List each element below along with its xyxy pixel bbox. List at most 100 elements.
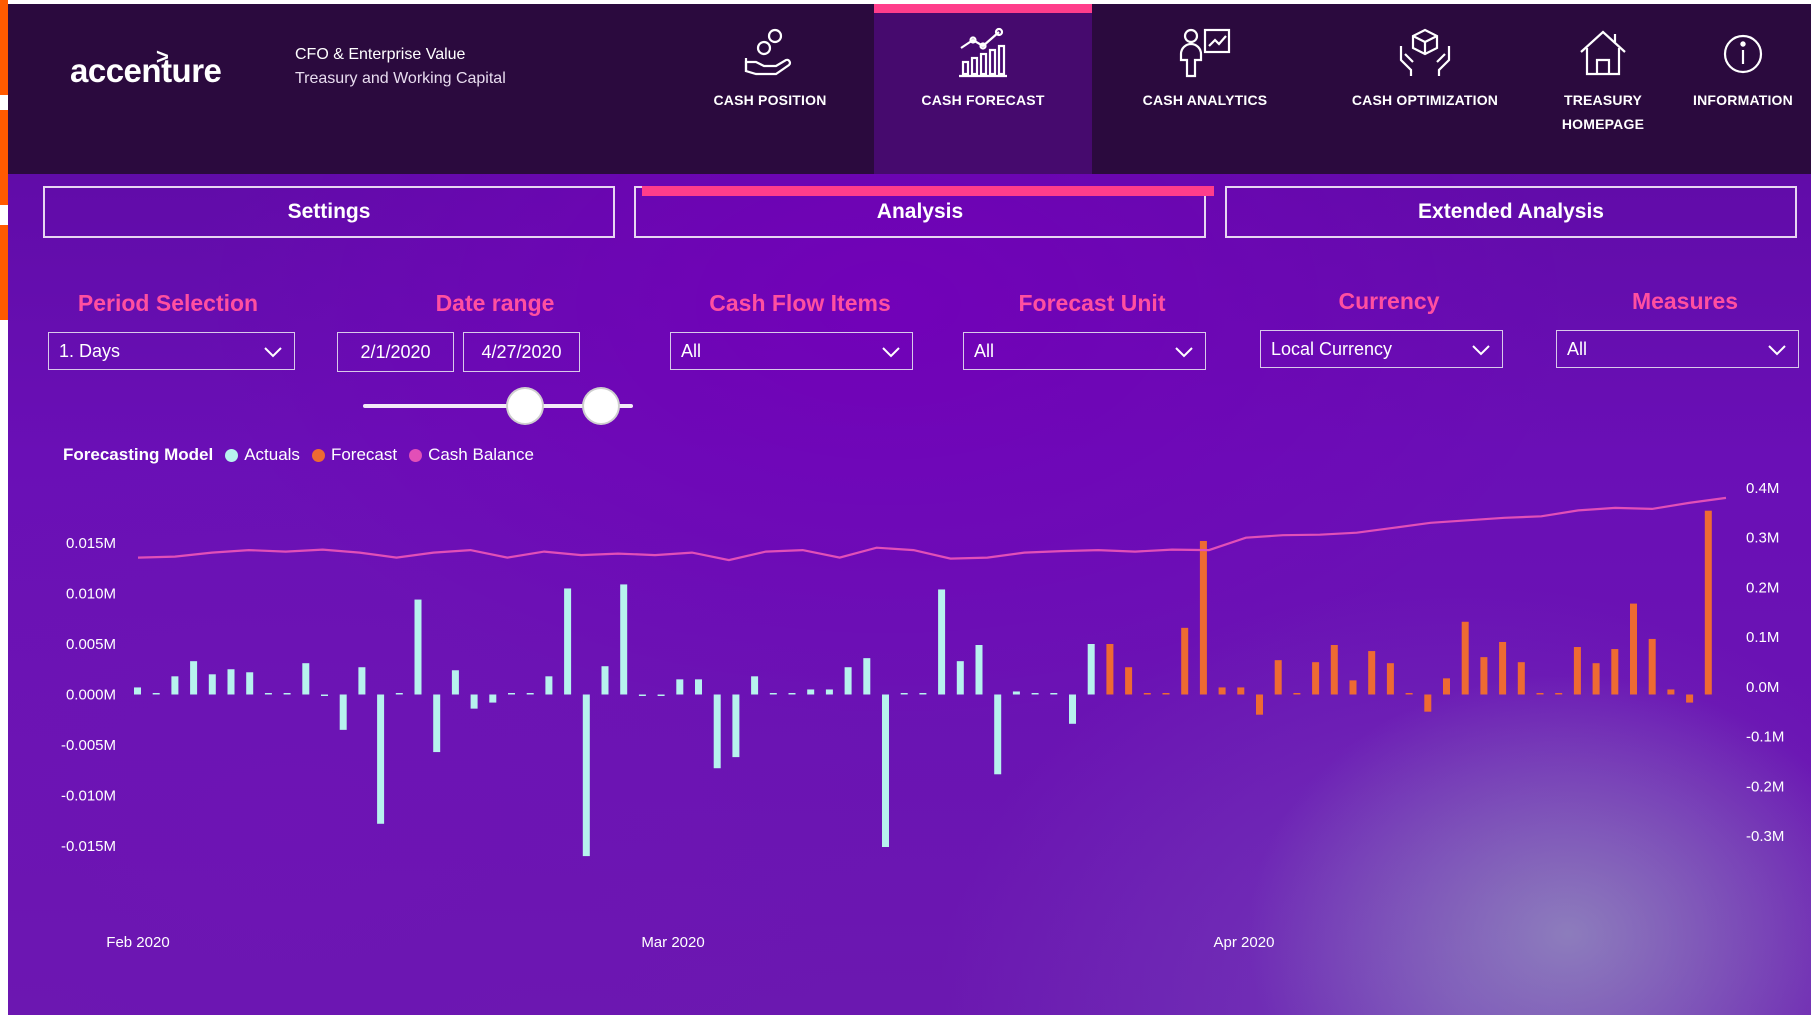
measures-title: Measures bbox=[1631, 288, 1739, 314]
nav-label-line1: TREASURY bbox=[1563, 92, 1643, 108]
active-tab-indicator bbox=[642, 186, 1214, 196]
cash-flow-items-value: All bbox=[681, 340, 702, 361]
date-start-input[interactable]: 2/1/2020 bbox=[337, 332, 454, 372]
forecast-bar bbox=[1274, 660, 1282, 695]
actuals-bar bbox=[377, 694, 385, 824]
nav-label: CASH OPTIMIZATION bbox=[1351, 92, 1499, 108]
actuals-bar bbox=[695, 679, 702, 695]
actuals-bar bbox=[264, 693, 272, 695]
forecast-bar bbox=[1181, 627, 1189, 695]
nav-cash-optimization[interactable]: CASH OPTIMIZATION bbox=[1335, 24, 1515, 112]
y-axis-left-tick-label: 0.010M bbox=[66, 586, 116, 603]
chevron-down-icon bbox=[1768, 345, 1786, 356]
y-axis-right-tick-label: 0.1M bbox=[1746, 629, 1779, 646]
y-axis-left-tick-label: 0.005M bbox=[66, 636, 116, 653]
measures-value: All bbox=[1567, 338, 1588, 359]
edge-marker bbox=[0, 0, 8, 95]
date-slider-start-handle[interactable] bbox=[508, 389, 542, 423]
x-axis-tick-label: Feb 2020 bbox=[106, 934, 169, 951]
actuals-bar bbox=[545, 676, 553, 695]
tab-extended-analysis[interactable]: Extended Analysis bbox=[1225, 186, 1797, 238]
actuals-bar bbox=[171, 676, 179, 695]
actuals-bar bbox=[1087, 644, 1095, 695]
period-selection-title: Period Selection bbox=[77, 290, 259, 316]
forecast-bar bbox=[1573, 647, 1581, 695]
actuals-bar bbox=[526, 693, 534, 695]
forecast-bar bbox=[1667, 689, 1675, 695]
forecast-bar bbox=[1648, 638, 1656, 695]
x-axis-tick-label: Mar 2020 bbox=[641, 934, 704, 951]
actuals-bar bbox=[751, 676, 759, 695]
actuals-bar bbox=[713, 694, 721, 769]
y-axis-right-tick-label: 0.0M bbox=[1746, 679, 1779, 696]
nav-label-line2: HOMEPAGE bbox=[1561, 116, 1645, 132]
actuals-bar bbox=[938, 589, 946, 695]
actuals-bar bbox=[321, 694, 328, 696]
actuals-bar bbox=[208, 674, 216, 695]
y-axis-right-tick-label: 0.3M bbox=[1746, 530, 1779, 547]
measures-dropdown[interactable]: All bbox=[1556, 330, 1799, 368]
actuals-bar bbox=[489, 694, 497, 703]
forecast-bar bbox=[1256, 694, 1263, 715]
actuals-bar bbox=[134, 687, 141, 695]
period-dropdown[interactable]: 1. Days bbox=[48, 332, 295, 370]
actuals-bar bbox=[825, 689, 833, 695]
actuals-bar bbox=[152, 693, 160, 695]
date-end-input[interactable]: 4/27/2020 bbox=[463, 332, 580, 372]
forecast-bar bbox=[1536, 693, 1544, 695]
forecast-bar bbox=[1517, 662, 1525, 695]
actuals-bar bbox=[451, 670, 459, 695]
nav-label: TREASURY HOMEPAGE bbox=[1543, 88, 1663, 136]
actuals-bar bbox=[470, 694, 478, 709]
forecast-bar bbox=[1630, 603, 1637, 695]
home-icon bbox=[1580, 30, 1626, 76]
actuals-bar bbox=[638, 694, 646, 696]
chevron-down-icon bbox=[1175, 347, 1193, 358]
tab-settings[interactable]: Settings bbox=[43, 186, 615, 238]
forecast-bar bbox=[1686, 694, 1694, 703]
hand-coin-icon bbox=[744, 28, 791, 76]
tab-label: Settings bbox=[287, 200, 371, 223]
nav-cash-position[interactable]: CASH POSITION bbox=[700, 24, 840, 112]
forecast-bar bbox=[1461, 621, 1469, 695]
forecast-bar bbox=[1143, 693, 1151, 695]
currency-dropdown[interactable]: Local Currency bbox=[1260, 330, 1503, 368]
actuals-bar bbox=[582, 694, 590, 857]
y-axis-right-tick-label: -0.1M bbox=[1746, 729, 1784, 746]
forecast-unit-value: All bbox=[974, 340, 995, 361]
date-start-value: 2/1/2020 bbox=[360, 341, 431, 362]
chevron-down-icon bbox=[264, 347, 282, 358]
nav-cash-forecast[interactable]: CASH FORECAST bbox=[908, 24, 1058, 112]
actuals-bar bbox=[564, 588, 572, 695]
actuals-bar bbox=[844, 667, 852, 695]
tab-label: Extended Analysis bbox=[1418, 200, 1604, 223]
actuals-bar bbox=[433, 694, 441, 753]
nav-label: CASH POSITION bbox=[713, 92, 827, 108]
nav-information[interactable]: INFORMATION bbox=[1678, 24, 1808, 112]
date-slider-end-handle[interactable] bbox=[583, 389, 618, 423]
actuals-bar bbox=[190, 661, 198, 695]
line-chart-icon bbox=[959, 27, 1007, 78]
currency-title: Currency bbox=[1338, 288, 1440, 314]
accenture-logo-mark: > bbox=[156, 44, 169, 69]
actuals-bar bbox=[732, 694, 740, 758]
forecast-bar bbox=[1199, 540, 1207, 695]
cash-balance-line bbox=[137, 496, 1727, 562]
nav-treasury-homepage[interactable]: TREASURY HOMEPAGE bbox=[1543, 24, 1663, 136]
forecast-bar bbox=[1611, 649, 1619, 695]
forecast-bar bbox=[1293, 693, 1301, 695]
y-axis-left-tick-label: -0.015M bbox=[61, 838, 116, 855]
y-axis-left-tick-label: 0.015M bbox=[66, 535, 116, 552]
actuals-bar bbox=[1050, 693, 1058, 695]
edge-marker bbox=[0, 225, 8, 320]
forecast-bar bbox=[1368, 651, 1376, 695]
forecast-bar bbox=[1443, 678, 1450, 695]
cash-flow-items-dropdown[interactable]: All bbox=[670, 332, 913, 370]
forecast-unit-dropdown[interactable]: All bbox=[963, 332, 1206, 370]
actuals-bar bbox=[975, 645, 983, 695]
nav-cash-analytics[interactable]: CASH ANALYTICS bbox=[1125, 24, 1285, 112]
actuals-bar bbox=[1031, 693, 1039, 695]
accenture-logo: accenture bbox=[70, 52, 222, 89]
top-navigation-bar: accenture > CFO & Enterprise Value Treas… bbox=[8, 4, 1811, 174]
forecast-chart: 0.015M 0.010M 0.005M 0.000M -0.005M -0.010M -0… bbox=[61, 480, 1784, 951]
